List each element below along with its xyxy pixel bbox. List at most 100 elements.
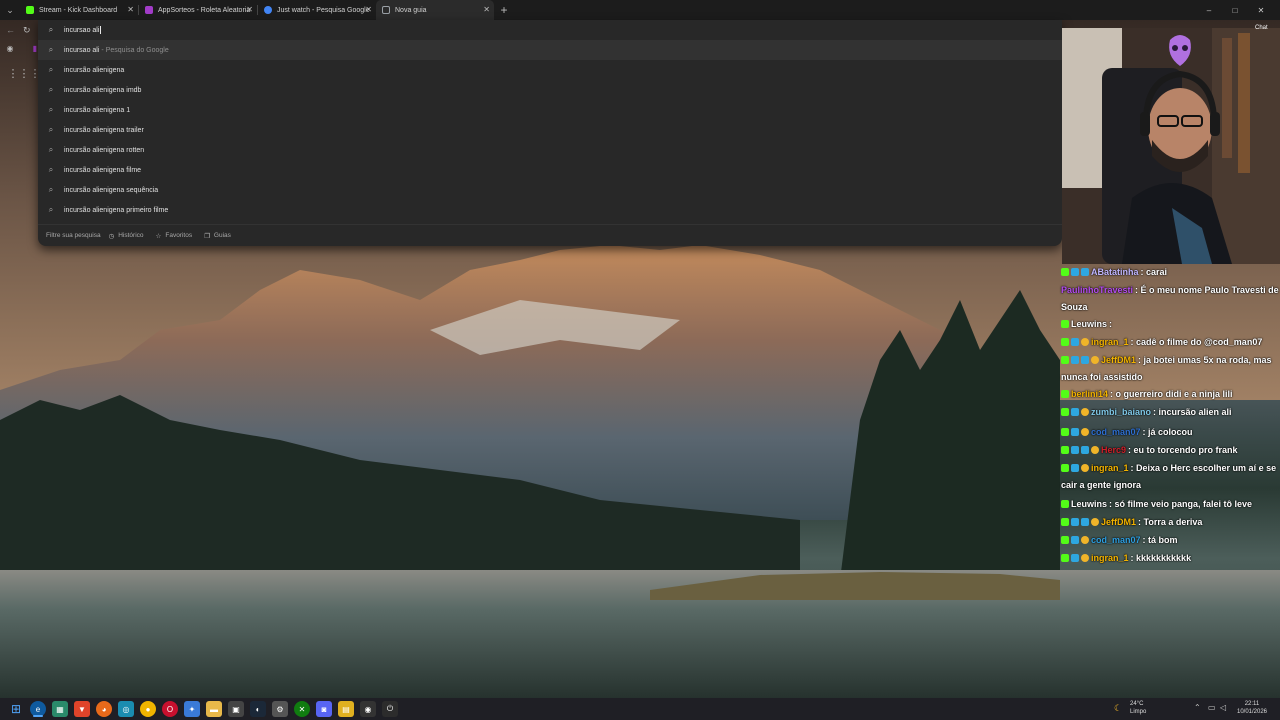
chat-username[interactable]: ingran_1 xyxy=(1091,337,1129,347)
reload-icon[interactable]: ↻ xyxy=(23,25,31,36)
close-tab-icon[interactable]: ✕ xyxy=(246,5,253,14)
close-window-button[interactable]: ✕ xyxy=(1248,0,1274,20)
chat-username[interactable]: JeffDM1 xyxy=(1101,517,1136,527)
chat-username[interactable]: JeffDM1 xyxy=(1101,355,1136,365)
stream-chat: ABatatinha: carai PaulinhoTravesti: É o m… xyxy=(1058,264,1280,574)
filter-search-input[interactable]: Filtre sua pesquisa xyxy=(46,232,101,239)
new-tab-button[interactable]: + xyxy=(494,0,514,20)
sticky-notes-icon[interactable]: ▤ xyxy=(338,701,354,717)
chat-username[interactable]: ABatatinha xyxy=(1091,267,1139,277)
kick-badge-icon xyxy=(1061,518,1069,526)
weather-desc: Limpo xyxy=(1130,709,1147,715)
chat-message: ABatatinha: carai xyxy=(1061,264,1279,281)
firefox-icon[interactable]: ◕ xyxy=(96,701,112,717)
obs-icon[interactable]: ◉ xyxy=(360,701,376,717)
suggestion-item[interactable]: ⌕ incursão alienigena 1 xyxy=(38,100,1062,120)
chat-username[interactable]: cod_man07 xyxy=(1091,535,1141,545)
close-tab-icon[interactable]: ✕ xyxy=(127,5,134,14)
suggestion-item[interactable]: ⌕ incursão alienigena rotten xyxy=(38,140,1062,160)
suggestion-item[interactable]: ⌕ incursão alienigena trailer xyxy=(38,120,1062,140)
xbox-icon[interactable]: ✕ xyxy=(294,701,310,717)
maximize-button[interactable]: □ xyxy=(1222,0,1248,20)
chat-username[interactable]: berlini14 xyxy=(1071,389,1108,399)
volume-icon[interactable]: ◁ xyxy=(1220,703,1226,712)
search-icon: ⌕ xyxy=(48,205,54,214)
close-tab-icon[interactable]: ✕ xyxy=(483,5,490,14)
verified-badge-icon xyxy=(1081,428,1089,436)
webcam-feed xyxy=(1062,28,1280,264)
search-icon: ⌕ xyxy=(48,185,54,194)
tab-appsorteos[interactable]: AppSorteos - Roleta Aleatoria ✕ xyxy=(139,0,257,20)
chat-message: berlini14: o guerreiro didi e a ninja li… xyxy=(1061,386,1279,403)
verified-badge-icon xyxy=(1081,554,1089,562)
tab-just-watch[interactable]: Just watch - Pesquisa Google ✕ xyxy=(258,0,376,20)
verified-badge-icon xyxy=(1081,338,1089,346)
clock-time: 22:11 xyxy=(1244,701,1260,707)
suggestion-item[interactable]: ⌕ incursão alienigena primeiro filme xyxy=(38,200,1062,220)
gamepad-icon[interactable]: ◉ xyxy=(3,43,17,53)
chat-message: Herc9: eu to torcendo pro frank xyxy=(1061,442,1279,459)
suggestion-item[interactable]: ⌕ incursão alienigena filme xyxy=(38,160,1062,180)
suggestion-item[interactable]: ⌕ incursao ali - Pesquisa do Google xyxy=(38,40,1062,60)
weather-widget[interactable]: ☾ 24°C Limpo xyxy=(1114,700,1174,718)
chat-button[interactable]: Chat xyxy=(1255,25,1268,31)
chat-message: JeffDM1: Torra a deriva xyxy=(1061,514,1279,531)
suggestion-item[interactable]: ⌕ incursão alienigena sequência xyxy=(38,180,1062,200)
suggestion-text: incursão alienigena trailer xyxy=(64,126,144,134)
kick-app-icon[interactable]: ⏻ xyxy=(382,701,398,717)
steam-icon[interactable]: ◐ xyxy=(250,701,266,717)
system-clock[interactable]: 22:11 10/01/2026 xyxy=(1232,700,1272,718)
tabs-filter-button[interactable]: ❐ Guias xyxy=(204,232,231,240)
apps-grid-icon[interactable]: ⋮⋮⋮ xyxy=(8,68,41,80)
edge-browser-icon[interactable]: e xyxy=(30,701,46,717)
suggestion-text: incursão alienigena primeiro filme xyxy=(64,206,169,214)
suggestion-item[interactable]: ⌕ incursão alienigena xyxy=(38,60,1062,80)
tab-nova-guia[interactable]: Nova guia ✕ xyxy=(376,0,494,20)
brave-icon[interactable]: ▼ xyxy=(74,701,90,717)
settings-gear-icon[interactable]: ⚙ xyxy=(272,701,288,717)
tab-search-chevron-icon[interactable]: ⌄ xyxy=(0,0,20,20)
chat-message: cod_man07: já colocou xyxy=(1061,424,1279,441)
kick-badge-icon xyxy=(1061,554,1069,562)
favorites-filter-button[interactable]: ☆ Favoritos xyxy=(156,232,193,240)
chat-username[interactable]: ingran_1 xyxy=(1091,553,1129,563)
subscriber-badge-icon xyxy=(1081,446,1089,454)
chat-message: zumbi_baiano: incursão alien ali xyxy=(1061,404,1279,421)
windows-start-icon[interactable]: ⊞ xyxy=(8,701,24,717)
minimize-button[interactable]: – xyxy=(1196,0,1222,20)
suggestion-text: incursão alienigena rotten xyxy=(64,146,145,154)
tray-chevron-icon[interactable]: ⌃ xyxy=(1194,703,1201,712)
tab-kick-dashboard[interactable]: Stream - Kick Dashboard ✕ xyxy=(20,0,138,20)
chat-username[interactable]: cod_man07 xyxy=(1091,427,1141,437)
search-icon: ⌕ xyxy=(48,85,54,94)
store-icon[interactable]: ▣ xyxy=(228,701,244,717)
history-filter-button[interactable]: ◷ Histórico xyxy=(109,232,144,240)
tabs-icon: ❐ xyxy=(204,232,210,240)
address-bar[interactable]: ⌕ incursao ali xyxy=(38,20,1062,40)
verified-badge-icon xyxy=(1081,408,1089,416)
edge-dev-icon[interactable]: ◎ xyxy=(118,701,134,717)
address-bar-query[interactable]: incursao ali xyxy=(64,27,99,34)
kick-badge-icon xyxy=(1061,356,1069,364)
discord-icon[interactable]: ◙ xyxy=(316,701,332,717)
chat-username[interactable]: ingran_1 xyxy=(1091,463,1129,473)
chat-username[interactable]: Leuwins xyxy=(1071,319,1107,329)
file-explorer-icon[interactable]: ▬ xyxy=(206,701,222,717)
close-tab-icon[interactable]: ✕ xyxy=(365,5,372,14)
subscriber-badge-icon xyxy=(1081,268,1089,276)
chat-username[interactable]: Herc9 xyxy=(1101,445,1126,455)
chat-username[interactable]: zumbi_baiano xyxy=(1091,407,1151,417)
kick-favicon-icon xyxy=(26,6,34,14)
chrome-icon[interactable]: ● xyxy=(140,701,156,717)
back-arrow-icon[interactable]: ← xyxy=(6,25,15,35)
widgets-icon[interactable]: ▦ xyxy=(52,701,68,717)
suggestion-text: incursão alienigena imdb xyxy=(64,86,142,94)
kick-badge-icon xyxy=(1061,390,1069,398)
opera-icon[interactable]: O xyxy=(162,701,178,717)
chat-username[interactable]: Leuwins xyxy=(1071,499,1107,509)
tab-title: Stream - Kick Dashboard xyxy=(39,6,118,14)
network-icon[interactable]: ▭ xyxy=(1208,703,1216,712)
chat-username[interactable]: PaulinhoTravesti xyxy=(1061,285,1133,295)
copilot-icon[interactable]: ✦ xyxy=(184,701,200,717)
suggestion-item[interactable]: ⌕ incursão alienigena imdb xyxy=(38,80,1062,100)
